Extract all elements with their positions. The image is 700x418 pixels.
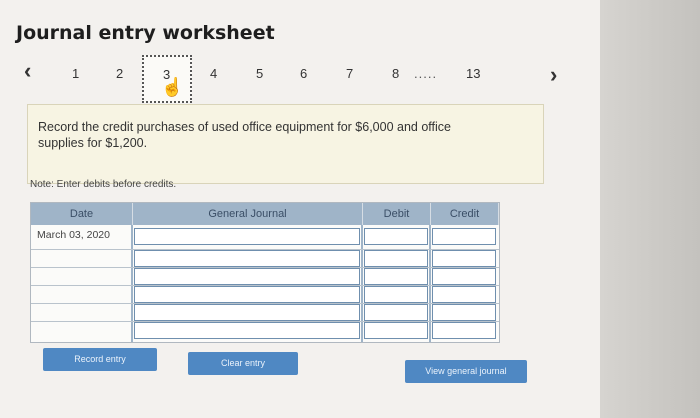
page-4-link[interactable]: 4 [210, 66, 217, 81]
page-8-link[interactable]: 8 [392, 66, 399, 81]
account-input-row-2[interactable] [134, 250, 360, 267]
view-general-journal-button[interactable]: View general journal [405, 360, 527, 383]
credit-input-row-3[interactable] [432, 268, 496, 285]
page-7-link[interactable]: 7 [346, 66, 353, 81]
page-1-link[interactable]: 1 [72, 66, 79, 81]
debit-input-row-1[interactable] [364, 228, 428, 245]
column-header-general-journal: General Journal [133, 203, 363, 225]
page-title: Journal entry worksheet [16, 22, 275, 44]
debit-input-row-3[interactable] [364, 268, 428, 285]
chevron-left-icon[interactable]: ‹ [24, 58, 31, 84]
credit-input-row-6[interactable] [432, 322, 496, 339]
hand-cursor-icon: ☝ [161, 77, 184, 97]
date-cell: March 03, 2020 [37, 229, 110, 241]
debit-input-row-2[interactable] [364, 250, 428, 267]
column-divider [131, 225, 133, 342]
credit-input-row-5[interactable] [432, 304, 496, 321]
prompt-text: Record the credit purchases of used offi… [38, 120, 451, 150]
account-input-row-5[interactable] [134, 304, 360, 321]
record-entry-button[interactable]: Record entry [43, 348, 157, 371]
page-6-link[interactable]: 6 [300, 66, 307, 81]
instruction-note: Note: Enter debits before credits. [30, 179, 177, 190]
debit-input-row-4[interactable] [364, 286, 428, 303]
account-input-row-1[interactable] [134, 228, 360, 245]
column-header-date: Date [31, 203, 133, 225]
page-2-link[interactable]: 2 [116, 66, 123, 81]
page-13-link[interactable]: 13 [466, 66, 480, 81]
background-edge [600, 0, 700, 418]
debit-input-row-5[interactable] [364, 304, 428, 321]
credit-input-row-4[interactable] [432, 286, 496, 303]
question-prompt: Record the credit purchases of used offi… [27, 104, 544, 184]
clear-entry-button[interactable]: Clear entry [188, 352, 298, 375]
pagination-ellipsis: ..... [414, 66, 438, 81]
chevron-right-icon[interactable]: › [550, 62, 557, 88]
column-header-credit: Credit [431, 203, 499, 225]
journal-table: Date General Journal Debit Credit March … [30, 202, 500, 343]
page-3-link-active[interactable]: 3 ☝ [142, 55, 192, 103]
credit-input-row-1[interactable] [432, 228, 496, 245]
account-input-row-3[interactable] [134, 268, 360, 285]
credit-input-row-2[interactable] [432, 250, 496, 267]
page-5-link[interactable]: 5 [256, 66, 263, 81]
column-divider [361, 225, 363, 342]
account-input-row-6[interactable] [134, 322, 360, 339]
column-divider [429, 225, 431, 342]
debit-input-row-6[interactable] [364, 322, 428, 339]
column-header-debit: Debit [363, 203, 431, 225]
account-input-row-4[interactable] [134, 286, 360, 303]
